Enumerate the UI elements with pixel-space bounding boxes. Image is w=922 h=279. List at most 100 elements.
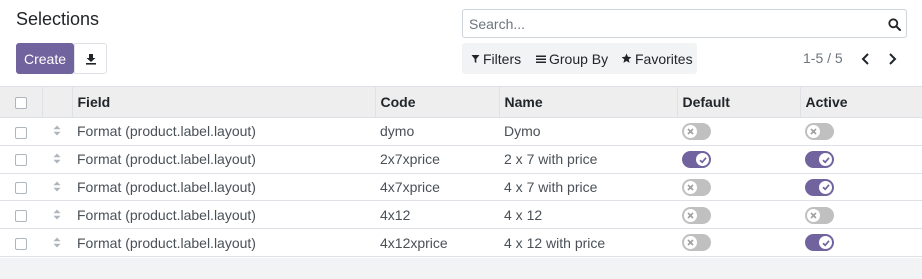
cell-field: Format (product.label.layout)	[72, 173, 375, 202]
row-checkbox[interactable]	[15, 237, 27, 250]
toggle-knob	[819, 180, 832, 194]
favorites-toggle[interactable]: Favorites	[621, 43, 693, 74]
select-all-checkbox[interactable]	[14, 97, 27, 110]
check-icon	[821, 184, 830, 191]
toggle-knob	[696, 153, 709, 167]
column-header-name[interactable]: Name	[498, 86, 677, 118]
cell-code: dymo	[375, 117, 499, 146]
cell-name: 4 x 12	[499, 200, 677, 230]
check-icon	[821, 156, 830, 164]
default-toggle[interactable]	[682, 234, 711, 252]
x-icon	[687, 212, 694, 219]
cell-field: Format (product.label.layout)	[72, 117, 375, 146]
search-button[interactable]	[885, 15, 903, 33]
active-toggle[interactable]	[805, 151, 834, 169]
column-header-field[interactable]: Field	[71, 86, 375, 118]
toggle-knob	[819, 153, 832, 167]
active-toggle[interactable]	[805, 234, 834, 252]
list-footer-area	[0, 258, 922, 279]
list-icon	[536, 55, 546, 63]
x-icon	[687, 128, 694, 135]
group-by-toggle[interactable]: Group By	[536, 43, 608, 74]
column-header-code[interactable]: Code	[374, 86, 499, 118]
table-row[interactable]: Format (product.label.layout) 4x7xprice 4 …	[0, 173, 922, 202]
sort-handle-icon	[53, 181, 61, 192]
download-button[interactable]	[74, 43, 107, 74]
x-icon	[687, 239, 694, 247]
toggle-knob	[807, 208, 820, 222]
cell-default	[677, 228, 800, 257]
toggle-knob	[684, 180, 697, 194]
toggle-knob	[819, 236, 832, 250]
sort-handle-icon	[53, 153, 61, 164]
table-row[interactable]: Format (product.label.layout) 2x7xprice 2 …	[0, 145, 922, 174]
pager-next-button[interactable]	[882, 49, 902, 69]
table-row[interactable]: Format (product.label.layout) 4x12xprice 4…	[0, 228, 922, 257]
row-checkbox[interactable]	[15, 126, 27, 139]
pager-previous-button[interactable]	[855, 49, 875, 69]
toggle-knob	[684, 208, 697, 222]
cell-name: Dymo	[499, 117, 677, 146]
filters-toggle[interactable]: Filters	[471, 43, 521, 74]
cell-default	[677, 200, 800, 230]
download-icon	[85, 53, 96, 65]
row-select-cell	[0, 228, 42, 257]
row-handle-cell[interactable]	[42, 145, 72, 174]
cell-code: 4x12	[375, 200, 499, 230]
page-title: Selections	[16, 9, 100, 29]
create-button[interactable]: Create	[16, 43, 74, 74]
default-toggle[interactable]	[682, 123, 711, 141]
filters-label: Filters	[483, 50, 522, 67]
cell-default	[677, 145, 800, 174]
cell-name: 4 x 7 with price	[499, 173, 677, 202]
chevron-left-icon	[861, 53, 869, 65]
cell-name: 2 x 7 with price	[499, 145, 677, 174]
active-toggle[interactable]	[805, 178, 834, 196]
table-row[interactable]: Format (product.label.layout) 4x12 4 x 12	[0, 200, 922, 230]
default-toggle[interactable]	[682, 151, 711, 169]
row-select-cell	[0, 145, 42, 174]
check-icon	[821, 240, 830, 247]
cell-field: Format (product.label.layout)	[72, 200, 375, 230]
row-handle-cell[interactable]	[42, 228, 72, 257]
active-toggle[interactable]	[805, 123, 834, 141]
favorites-label: Favorites	[635, 50, 693, 67]
pager-value[interactable]: 1-5 / 5	[803, 50, 843, 66]
active-toggle[interactable]	[805, 206, 834, 224]
selections-table: Field Code Name Default Active Format (p…	[0, 86, 922, 257]
row-handle-cell[interactable]	[42, 200, 72, 230]
control-panel: Selections Create Filters	[0, 0, 922, 86]
row-select-cell	[0, 200, 42, 230]
row-handle-cell[interactable]	[42, 117, 72, 146]
row-handle-cell[interactable]	[42, 173, 72, 202]
cell-code: 2x7xprice	[375, 145, 499, 174]
group-by-label: Group By	[549, 50, 609, 67]
list-view: Field Code Name Default Active Format (p…	[0, 86, 922, 257]
row-select-cell	[0, 117, 42, 146]
column-header-default[interactable]: Default	[676, 86, 800, 118]
search-input[interactable]	[464, 11, 874, 36]
row-checkbox[interactable]	[15, 210, 27, 223]
cell-active	[800, 200, 922, 230]
cell-default	[677, 173, 800, 202]
select-all-cell	[0, 86, 42, 118]
column-header-active[interactable]: Active	[799, 86, 922, 118]
sort-handle-icon	[53, 237, 61, 248]
x-icon	[810, 212, 817, 219]
cell-default	[677, 117, 800, 146]
cell-active	[800, 173, 922, 202]
sort-handle-icon	[53, 125, 61, 136]
star-icon	[621, 53, 632, 63]
x-icon	[810, 128, 817, 135]
cell-code: 4x12xprice	[375, 228, 499, 257]
default-toggle[interactable]	[682, 178, 711, 196]
toggle-knob	[684, 125, 697, 139]
row-checkbox[interactable]	[15, 182, 27, 195]
default-toggle[interactable]	[682, 206, 711, 224]
row-checkbox[interactable]	[15, 154, 27, 167]
search-options-bar: Filters Group By Favorites	[462, 43, 697, 74]
row-select-cell	[0, 173, 42, 202]
cell-active	[800, 117, 922, 146]
toggle-knob	[807, 125, 820, 139]
table-row[interactable]: Format (product.label.layout) dymo Dymo	[0, 117, 922, 146]
